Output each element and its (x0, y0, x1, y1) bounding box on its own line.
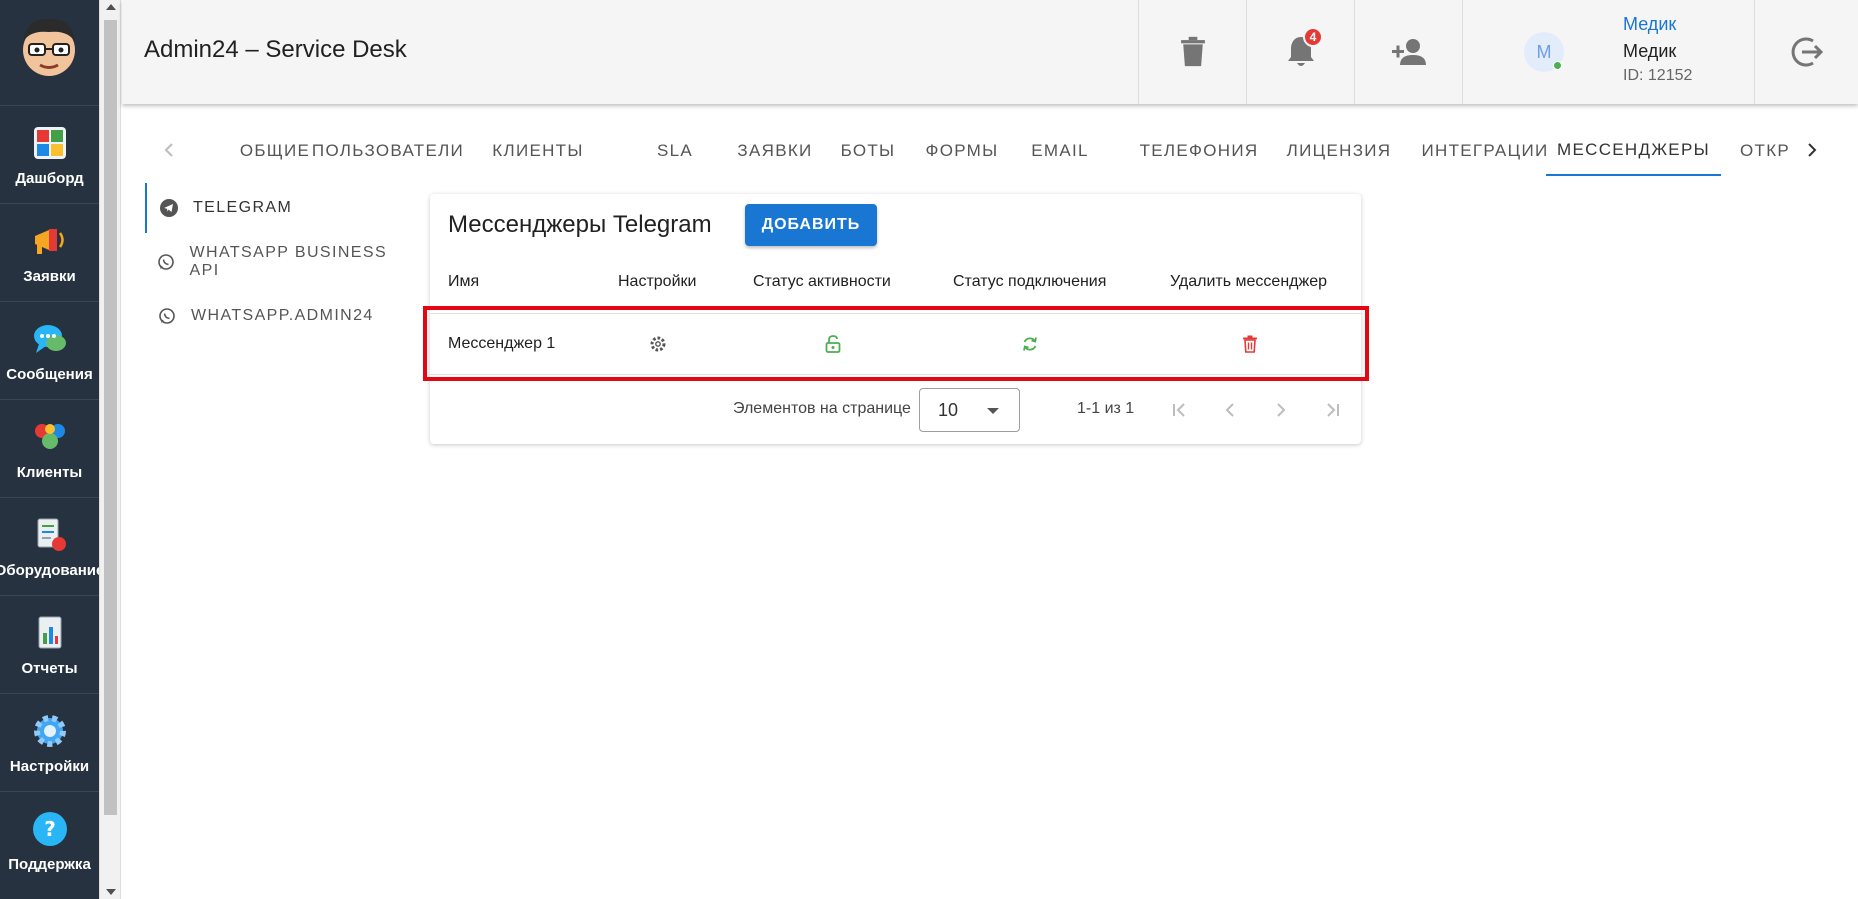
tab-telephony[interactable]: ТЕЛЕФОНИЯ (1128, 126, 1270, 176)
card-title: Мессенджеры Telegram (448, 211, 712, 238)
column-header-settings[interactable]: Настройки (618, 273, 696, 291)
whatsapp-icon (157, 306, 177, 326)
sidebar-item-equipment[interactable]: Оборудование (0, 497, 104, 594)
online-status-dot (1553, 61, 1562, 70)
notifications-badge: 4 (1303, 27, 1323, 47)
page-scrollbar[interactable] (99, 0, 121, 899)
chat-icon (31, 320, 69, 358)
sidebar-item-label: Отчеты (21, 660, 78, 677)
clients-icon (31, 418, 69, 456)
gear-icon[interactable] (648, 334, 668, 354)
tab-clients[interactable]: КЛИЕНТЫ (478, 126, 598, 176)
sidebar-item-label: Дашборд (15, 170, 84, 187)
add-user-button[interactable] (1354, 0, 1462, 104)
column-header-connection-status[interactable]: Статус подключения (953, 273, 1106, 291)
logout-button[interactable] (1754, 0, 1858, 104)
subnav-label: WHATSAPP.ADMIN24 (191, 307, 374, 324)
logo-avatar[interactable] (14, 12, 84, 82)
scroll-up-arrow-icon[interactable] (106, 4, 116, 10)
user-profile-block[interactable] (1462, 0, 1754, 104)
first-page-button[interactable] (1168, 398, 1192, 422)
last-page-button[interactable] (1320, 398, 1344, 422)
add-button[interactable]: ДОБАВИТЬ (745, 204, 877, 246)
notifications-button[interactable]: 4 (1246, 0, 1354, 104)
previous-page-button[interactable] (1218, 398, 1242, 422)
items-per-page-label: Элементов на странице (733, 400, 911, 417)
tab-messengers[interactable]: МЕССЕНДЖЕРЫ (1546, 126, 1721, 176)
scrollbar-thumb[interactable] (104, 20, 117, 815)
tabs-scroll-right-button[interactable] (1794, 132, 1830, 168)
settings-tabs: ОБЩИЕ ПОЛЬЗОВАТЕЛИ КЛИЕНТЫ SLA ЗАЯВКИ БО… (150, 126, 1830, 176)
sidebar-item-settings[interactable]: Настройки (0, 693, 99, 790)
chevron-right-icon (1277, 403, 1286, 417)
svg-text:?: ? (44, 817, 56, 841)
sidebar-item-messages[interactable]: Сообщения (0, 301, 99, 398)
whatsapp-icon (157, 252, 176, 272)
subnav-whatsapp-business-api[interactable]: WHATSAPP BUSINESS API (145, 237, 405, 287)
equipment-icon (31, 516, 69, 554)
megaphone-icon (31, 222, 69, 260)
chevron-left-icon (1225, 403, 1234, 417)
tab-users[interactable]: ПОЛЬЗОВАТЕЛИ (308, 126, 468, 176)
user-name: Медик (1623, 41, 1677, 61)
sidebar-item-label: Заявки (23, 268, 76, 285)
sidebar-item-dashboard[interactable]: Дашборд (0, 105, 99, 202)
messenger-name: Мессенджер 1 (448, 335, 556, 352)
top-header: Admin24 – Service Desk 4 M Медик Медик I… (122, 0, 1858, 104)
sidebar-item-clients[interactable]: Клиенты (0, 399, 99, 496)
pagination-range: 1-1 из 1 (1077, 400, 1135, 417)
first-page-icon (1173, 403, 1185, 417)
row-divider (430, 374, 1361, 375)
logout-icon (1791, 37, 1823, 67)
user-profile-link[interactable]: Медик (1623, 14, 1676, 35)
avatar[interactable]: M (1524, 32, 1564, 72)
add-user-icon (1391, 39, 1426, 65)
items-per-page-select[interactable]: 10 (919, 388, 1020, 432)
column-header-delete[interactable]: Удалить мессенджер (1170, 273, 1327, 291)
next-page-button[interactable] (1269, 398, 1293, 422)
caret-down-icon (987, 408, 999, 414)
header-divider (430, 313, 1361, 314)
items-per-page-value: 10 (938, 400, 959, 420)
sidebar-item-label: Поддержка (8, 856, 91, 873)
column-header-activity-status[interactable]: Статус активности (753, 273, 891, 291)
subnav-label: TELEGRAM (193, 199, 293, 216)
tab-integrations[interactable]: ИНТЕГРАЦИИ (1402, 126, 1568, 176)
scroll-down-arrow-icon[interactable] (106, 889, 116, 895)
subnav-telegram[interactable]: TELEGRAM (145, 183, 405, 233)
main-sidebar: Дашборд Заявки Сообщения Клиенты Оборудо… (0, 0, 104, 899)
last-page-icon (1327, 403, 1339, 417)
help-icon: ? (31, 810, 69, 848)
sidebar-item-label: Сообщения (6, 366, 93, 383)
unlock-icon[interactable] (823, 334, 843, 354)
column-header-name[interactable]: Имя (448, 273, 479, 291)
chevron-right-icon (1808, 143, 1817, 157)
sidebar-item-reports[interactable]: Отчеты (0, 595, 99, 692)
trash-icon[interactable] (1240, 334, 1260, 354)
trash-icon (1180, 36, 1205, 67)
trash-button[interactable] (1138, 0, 1246, 104)
sidebar-item-label: Оборудование (0, 562, 105, 579)
sidebar-item-label: Клиенты (16, 464, 83, 481)
tab-email[interactable]: EMAIL (1005, 126, 1115, 176)
telegram-icon (159, 198, 179, 218)
gear-icon (31, 712, 69, 750)
sidebar-item-support[interactable]: ? Поддержка (0, 791, 99, 888)
avatar-initial: M (1536, 41, 1552, 62)
sidebar-item-requests[interactable]: Заявки (0, 203, 99, 300)
dashboard-icon (31, 124, 69, 162)
user-id: ID: 12152 (1623, 67, 1693, 84)
app-title: Admin24 – Service Desk (144, 36, 407, 63)
messengers-card: Мессенджеры Telegram ДОБАВИТЬ Имя Настро… (430, 194, 1361, 444)
sync-icon[interactable] (1020, 334, 1040, 354)
sidebar-item-label: Настройки (9, 758, 90, 775)
subnav-label: WHATSAPP BUSINESS API (189, 244, 388, 279)
reports-icon (31, 614, 69, 652)
tab-forms[interactable]: ФОРМЫ (902, 126, 1022, 176)
tab-license[interactable]: ЛИЦЕНЗИЯ (1268, 126, 1410, 176)
subnav-whatsapp-admin24[interactable]: WHATSAPP.ADMIN24 (145, 291, 405, 341)
